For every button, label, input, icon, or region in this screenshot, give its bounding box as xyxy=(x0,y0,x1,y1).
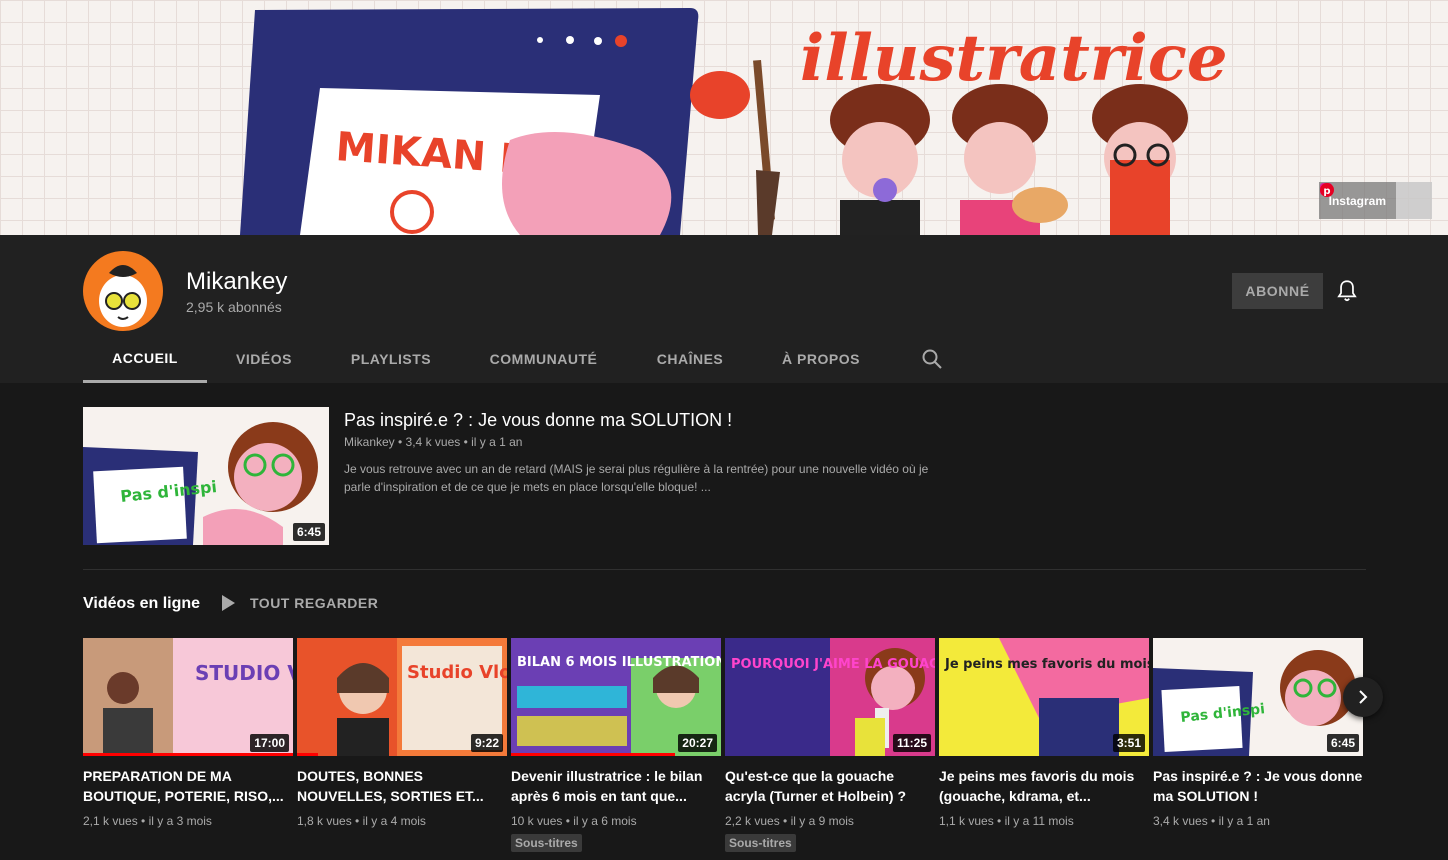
video-card[interactable]: Je peins mes favoris du mois 3:51 Je pei… xyxy=(939,638,1149,828)
duration-badge: 11:25 xyxy=(892,734,931,752)
video-thumbnail[interactable]: Pas d'inspi 6:45 xyxy=(1153,638,1363,756)
pinterest-link[interactable]: p xyxy=(1319,182,1432,219)
shelf-next-button[interactable] xyxy=(1343,677,1383,717)
banner-artwork: MIKAN KEY illustratrice xyxy=(240,8,1228,235)
video-thumbnail[interactable]: Studio Vlog 9:22 xyxy=(297,638,507,756)
section-divider xyxy=(83,569,1366,570)
tab-a-propos[interactable]: À PROPOS xyxy=(754,335,888,383)
play-all-button[interactable]: TOUT REGARDER xyxy=(220,594,378,612)
featured-video-thumbnail[interactable]: Pas d'inspi 6:45 xyxy=(83,407,329,545)
bell-icon[interactable] xyxy=(1334,278,1360,304)
video-meta: 2,1 k vues • il y a 3 mois xyxy=(83,814,212,828)
video-title[interactable]: DOUTES, BONNES NOUVELLES, SORTIES ET... xyxy=(297,766,507,806)
duration-badge: 17:00 xyxy=(250,734,289,752)
featured-video-description: Je vous retrouve avec un an de retard (M… xyxy=(344,462,929,494)
instagram-link-label: Instagram xyxy=(1328,193,1386,208)
svg-text:p: p xyxy=(1323,186,1330,197)
thumb-text: Studio Vlog xyxy=(407,662,507,683)
video-thumbnail[interactable]: BILAN 6 MOIS ILLUSTRATION 20:27 xyxy=(511,638,721,756)
video-title[interactable]: PREPARATION DE MA BOUTIQUE, POTERIE, RIS… xyxy=(83,766,293,806)
featured-video-meta: Mikankey • 3,4 k vues • il y a 1 an xyxy=(344,435,523,449)
tab-videos[interactable]: VIDÉOS xyxy=(207,335,321,383)
duration-badge: 6:45 xyxy=(1326,734,1359,752)
subtitles-badge: Sous-titres xyxy=(725,834,796,852)
channel-name: Mikankey xyxy=(186,268,288,295)
video-card[interactable]: POURQUOI J'AIME LA GOUACHE ACRYLA? 11:25… xyxy=(725,638,935,852)
featured-video-title[interactable]: Pas inspiré.e ? : Je vous donne ma SOLUT… xyxy=(344,410,732,431)
video-title[interactable]: Qu'est-ce que la gouache acryla (Turner … xyxy=(725,766,935,806)
subscriber-count: 2,95 k abonnés xyxy=(186,299,282,315)
chevron-right-icon xyxy=(1359,690,1368,704)
video-meta: 2,2 k vues • il y a 9 mois xyxy=(725,814,854,828)
pinterest-icon: p xyxy=(1319,183,1334,197)
banner-links: Instagram p xyxy=(1318,182,1432,219)
video-card[interactable]: STUDIO VLOG 17:00 PREPARATION DE MA BOUT… xyxy=(83,638,293,828)
channel-banner: MIKAN KEY illustratrice Instagram p xyxy=(0,0,1448,235)
video-shelf: STUDIO VLOG 17:00 PREPARATION DE MA BOUT… xyxy=(83,638,1366,860)
subtitles-badge: Sous-titres xyxy=(511,834,582,852)
video-title[interactable]: Devenir illustratrice : le bilan après 6… xyxy=(511,766,721,806)
tab-communaute[interactable]: COMMUNAUTÉ xyxy=(461,335,626,383)
channel-page: MIKAN KEY illustratrice Instagram p Mika… xyxy=(0,0,1448,860)
thumb-text: Je peins mes favoris du mois xyxy=(944,657,1149,672)
tab-accueil[interactable]: ACCUEIL xyxy=(83,335,207,383)
video-thumbnail[interactable]: STUDIO VLOG 17:00 xyxy=(83,638,293,756)
duration-badge: 6:45 xyxy=(292,523,325,541)
channel-header: Mikankey 2,95 k abonnés ABONNÉ ACCUEIL V… xyxy=(0,235,1448,383)
video-meta: 1,1 k vues • il y a 11 mois xyxy=(939,814,1074,828)
video-meta: 1,8 k vues • il y a 4 mois xyxy=(297,814,426,828)
play-all-label: TOUT REGARDER xyxy=(250,595,379,611)
search-icon[interactable] xyxy=(920,347,944,371)
channel-avatar[interactable] xyxy=(83,251,163,331)
video-title[interactable]: Pas inspiré.e ? : Je vous donne ma SOLUT… xyxy=(1153,766,1363,806)
watch-progress xyxy=(511,753,675,756)
video-meta: 10 k vues • il y a 6 mois xyxy=(511,814,637,828)
video-card[interactable]: Pas d'inspi 6:45 Pas inspiré.e ? : Je vo… xyxy=(1153,638,1363,828)
video-card[interactable]: BILAN 6 MOIS ILLUSTRATION 20:27 Devenir … xyxy=(511,638,721,852)
watch-progress xyxy=(83,753,293,756)
video-thumbnail[interactable]: Je peins mes favoris du mois 3:51 xyxy=(939,638,1149,756)
banner-title-text: illustratrice xyxy=(800,21,1228,96)
thumb-text: STUDIO VLOG xyxy=(195,661,293,685)
play-icon xyxy=(222,595,235,611)
video-card[interactable]: Studio Vlog 9:22 DOUTES, BONNES NOUVELLE… xyxy=(297,638,507,828)
subscribed-button[interactable]: ABONNÉ xyxy=(1232,273,1323,309)
video-thumbnail[interactable]: POURQUOI J'AIME LA GOUACHE ACRYLA? 11:25 xyxy=(725,638,935,756)
shelf-title[interactable]: Vidéos en ligne xyxy=(83,595,200,613)
video-meta: 3,4 k vues • il y a 1 an xyxy=(1153,814,1270,828)
tab-chaines[interactable]: CHAÎNES xyxy=(626,335,754,383)
channel-tabs: ACCUEIL VIDÉOS PLAYLISTS COMMUNAUTÉ CHAÎ… xyxy=(83,335,888,383)
duration-badge: 20:27 xyxy=(678,734,717,752)
video-title[interactable]: Je peins mes favoris du mois (gouache, k… xyxy=(939,766,1149,806)
watch-progress xyxy=(297,753,318,756)
duration-badge: 3:51 xyxy=(1112,734,1145,752)
tab-playlists[interactable]: PLAYLISTS xyxy=(321,335,461,383)
thumb-text: POURQUOI J'AIME LA GOUACHE ACRYLA? xyxy=(731,657,935,672)
thumb-text: BILAN 6 MOIS ILLUSTRATION xyxy=(517,655,721,670)
duration-badge: 9:22 xyxy=(470,734,503,752)
